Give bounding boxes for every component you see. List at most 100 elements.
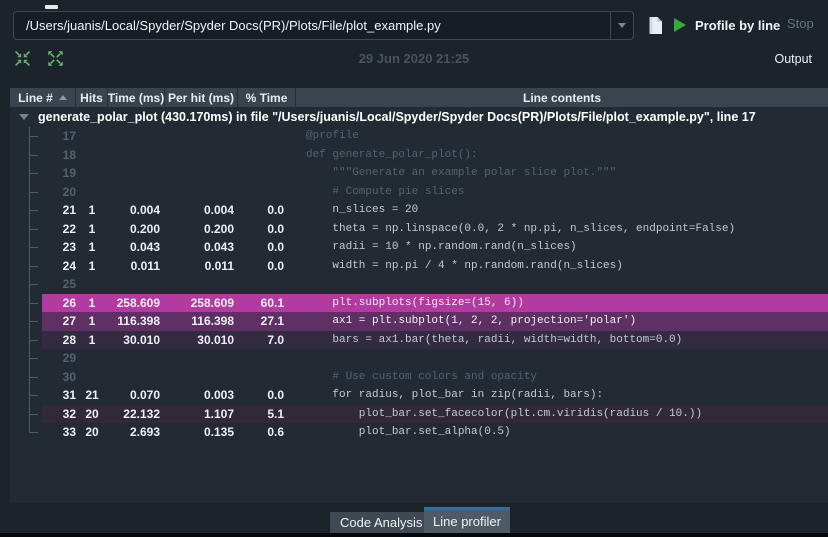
cell-time [108,146,165,165]
header-pct-time[interactable]: % Time [238,88,296,107]
output-button[interactable]: Output [774,52,812,66]
top-indicator-dash [45,5,58,9]
cell-per: 116.398 [191,314,234,329]
file-path-combobox[interactable]: /Users/juanis/Local/Spyder/Spyder Docs(P… [13,11,634,40]
profile-by-line-button[interactable]: Profile by line [674,13,780,37]
cell-hits: 1 [88,240,96,255]
cell-hits [76,349,108,368]
profiler-rows: 17 @profile 18 def generate_polar_plot(): 19… [10,127,828,442]
cell-code: # Compute pie slices [306,185,465,198]
header-line-contents[interactable]: Line contents [296,88,828,107]
play-icon [674,18,686,32]
function-root-label: generate_polar_plot (430.170ms) in file … [38,110,756,124]
cell-hits: 1 [88,258,96,273]
cell-line: 33 [62,425,76,440]
table-row-line-27[interactable]: 27 1 116.398 116.398 27.1 ax1 = plt.subplot(… [10,312,828,331]
table-row-line-28[interactable]: 28 1 30.010 30.010 7.0 bars = ax1.bar(theta,… [10,330,828,350]
cell-hits [76,146,108,165]
tree-branch [10,127,42,146]
sort-ascending-icon [58,95,67,100]
cell-time: 0.011 [130,258,160,273]
cell-hits [76,183,108,202]
cell-line: 25 [62,277,76,292]
table-row-line-22[interactable]: 22 1 0.200 0.200 0.0 theta = np.linspace(0.0… [10,219,828,239]
cell-hits: 1 [88,314,96,329]
tab-code-analysis[interactable]: Code Analysis [330,512,433,533]
header-time[interactable]: Time (ms) [108,88,165,107]
header-hits[interactable]: Hits [76,88,108,107]
table-row-line-29[interactable]: 29 [10,349,828,368]
cell-hits: 20 [85,425,99,440]
table-row-line-24[interactable]: 24 1 0.011 0.011 0.0 width = np.pi / 4 * np.… [10,256,828,276]
cell-hits [76,275,108,294]
table-row-line-30[interactable]: 30 # Use custom colors and opacity [10,367,828,387]
cell-hits: 1 [88,221,96,236]
profile-timestamp: 29 Jun 2020 21:25 [358,51,470,66]
tree-expander-icon[interactable] [19,114,29,120]
cell-line: 29 [62,351,76,366]
tree-branch [10,367,42,387]
cell-code: def generate_polar_plot(): [306,148,478,161]
cell-pct: 0.0 [267,203,284,218]
cell-line: 17 [62,129,76,144]
cell-code: width = np.pi / 4 * np.random.rand(n_sli… [306,259,623,272]
line-profiler-panel: /Users/juanis/Local/Spyder/Spyder Docs(P… [0,0,828,537]
cell-line: 26 [62,295,76,310]
cell-per: 0.011 [204,258,234,273]
table-header: Line # Hits Time (ms) Per hit (ms) % Tim… [10,88,828,107]
table-row-line-32[interactable]: 32 20 22.132 1.107 5.1 plot_bar.set_facecolo… [10,404,828,423]
cell-per: 0.003 [203,388,234,403]
table-row-line-20[interactable]: 20 # Compute pie slices [10,182,828,202]
cell-code: bars = ax1.bar(theta, radii, width=width… [306,333,683,346]
cell-per [165,275,238,294]
tree-branch [10,330,42,350]
cell-pct: 0.0 [267,388,284,403]
select-file-button[interactable] [644,13,666,37]
table-row-line-17[interactable]: 17 @profile [10,127,828,146]
cell-time [108,127,165,146]
cell-time [108,164,165,183]
table-row-line-31[interactable]: 31 21 0.070 0.003 0.0 for radius, plot_bar i… [10,386,828,405]
cell-line: 19 [62,166,76,181]
cell-code [296,349,828,368]
cell-per [165,127,238,146]
table-row-line-26[interactable]: 26 1 258.609 258.609 60.1 plt.subplots(figsi… [10,293,828,313]
tab-line-profiler[interactable]: Line profiler [424,507,510,533]
tree-branch [10,293,42,313]
cell-time: 0.043 [129,240,160,255]
header-per-hit[interactable]: Per hit (ms) [165,88,238,107]
header-line-number[interactable]: Line # [10,88,76,107]
tree-branch [10,256,42,276]
combobox-dropdown-button[interactable] [610,12,633,39]
cell-hits: 20 [85,406,99,421]
table-row-line-21[interactable]: 21 1 0.004 0.004 0.0 n_slices = 20 [10,201,828,220]
cell-code: radii = 10 * np.random.rand(n_slices) [306,241,577,254]
cell-hits [76,368,108,387]
table-row-line-25[interactable]: 25 [10,275,828,294]
tree-branch [10,275,42,294]
table-row-line-23[interactable]: 23 1 0.043 0.043 0.0 radii = 10 * np.random.… [10,238,828,257]
cell-time: 116.398 [117,314,160,329]
table-row-line-19[interactable]: 19 """Generate an example polar slice pl… [10,164,828,183]
cell-pct: 0.6 [267,425,284,440]
table-row-line-18[interactable]: 18 def generate_polar_plot(): [10,145,828,165]
tree-branch [10,238,42,257]
cell-time: 30.010 [123,332,160,347]
cell-line: 18 [62,147,76,162]
cell-per [165,349,238,368]
file-icon [649,16,662,34]
cell-hits: 1 [88,332,96,347]
cell-code: n_slices = 20 [306,204,419,217]
table-row-line-33[interactable]: 33 20 2.693 0.135 0.6 plot_bar.set_alpha(0.5… [10,423,828,442]
tree-branch [10,164,42,183]
cell-pct: 0.0 [267,221,284,236]
cell-per [165,164,238,183]
stop-button[interactable]: Stop [787,16,814,31]
cell-code: plot_bar.set_facecolor(plt.cm.viridis(ra… [306,407,703,420]
cell-line: 23 [62,240,76,255]
cell-line: 22 [62,221,76,236]
cell-code: # Use custom colors and opacity [306,370,538,383]
cell-pct [238,275,296,294]
function-root-row[interactable]: generate_polar_plot (430.170ms) in file … [10,107,828,127]
cell-time: 22.132 [123,406,160,421]
